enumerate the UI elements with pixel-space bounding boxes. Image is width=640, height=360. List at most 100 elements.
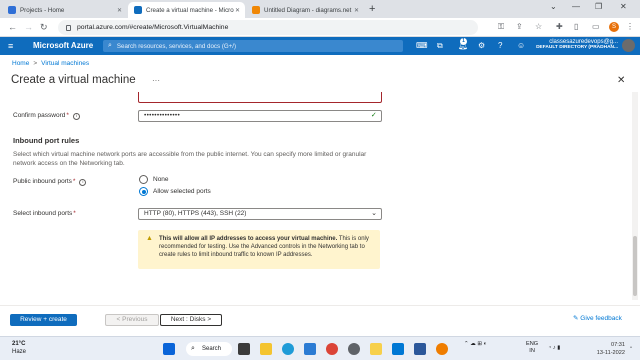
radio-allow-selected-ports[interactable]: Allow selected ports — [139, 187, 211, 196]
notification-center-icon[interactable]: ▫ — [630, 345, 632, 352]
page-title: Create a virtual machine — [11, 74, 136, 86]
previous-button[interactable]: < Previous — [105, 314, 159, 326]
back-icon[interactable]: ← — [8, 22, 17, 32]
clock[interactable]: 07:31 13-11-2022 — [585, 341, 625, 357]
azure-search-input[interactable]: ⌕ Search resources, services, and docs (… — [103, 40, 403, 52]
store-icon[interactable] — [304, 343, 316, 355]
azure-brand[interactable]: Microsoft Azure — [33, 41, 93, 50]
app-icon[interactable] — [436, 343, 448, 355]
file-explorer-icon[interactable] — [260, 343, 272, 355]
give-feedback-link[interactable]: ✎ Give feedback — [573, 314, 622, 322]
close-icon[interactable]: ✕ — [117, 7, 122, 14]
key-icon[interactable]: ⚿ — [498, 22, 504, 32]
directory-filter-icon[interactable]: ⧉ — [437, 41, 443, 51]
forward-icon[interactable]: → — [24, 22, 33, 32]
url-text: portal.azure.com/#create/Microsoft.Virtu… — [77, 24, 229, 31]
profile-avatar[interactable]: S — [609, 22, 619, 32]
azure-top-bar: ≡ Microsoft Azure ⌕ Search resources, se… — [0, 37, 640, 55]
feedback-person-icon[interactable]: ☺ — [517, 41, 525, 50]
more-options-icon[interactable]: ··· — [152, 76, 160, 85]
extensions-icon[interactable]: ✚ — [556, 22, 563, 31]
wifi-volume-battery-icons[interactable]: ◔ ♪ ▮ — [548, 345, 560, 352]
select-inbound-ports-label: Select inbound ports* — [13, 210, 76, 217]
help-icon[interactable]: ? — [498, 41, 502, 50]
radio-circle — [139, 175, 148, 184]
breadcrumb: Home > Virtual machines — [12, 60, 89, 67]
tab-title: Untitled Diagram - diagrams.net — [264, 6, 352, 14]
region-code: IN — [529, 348, 535, 354]
next-disks-button[interactable]: Next : Disks > — [160, 314, 222, 326]
system-tray-icons[interactable]: ⌃ ☁ ⊞ ◐ — [464, 341, 487, 348]
dropdown-value: HTTP (80), HTTPS (443), SSH (22) — [144, 210, 247, 217]
close-icon[interactable]: ✕ — [235, 7, 240, 14]
directory-name: DEFAULT DIRECTORY (PRADHAN... — [536, 45, 618, 50]
minimize-icon[interactable]: — — [572, 2, 580, 11]
tab-diagrams[interactable]: Untitled Diagram - diagrams.net ✕ — [246, 2, 364, 18]
cloud-shell-icon[interactable]: ⌨ — [416, 41, 428, 50]
gear-icon[interactable]: ⚙ — [478, 41, 485, 50]
notes-icon[interactable] — [370, 343, 382, 355]
word-icon[interactable] — [414, 343, 426, 355]
share-icon[interactable]: ⇪ — [516, 22, 523, 31]
chrome-icon[interactable] — [326, 343, 338, 355]
language-indicator[interactable]: ENG IN — [526, 341, 538, 355]
tab-search-icon[interactable]: ▭ — [592, 22, 600, 31]
feedback-icon: ✎ — [573, 315, 579, 322]
notification-badge: 1 — [460, 38, 467, 45]
hamburger-menu-icon[interactable]: ≡ — [8, 41, 13, 51]
lang-code: ENG — [526, 341, 539, 347]
inbound-description: Select which virtual machine network por… — [13, 151, 367, 167]
taskbar-search-label: Search — [202, 346, 222, 352]
avatar[interactable] — [622, 39, 635, 52]
warning-message: ▲ This will allow all IP addresses to ac… — [138, 230, 380, 269]
confirm-password-input[interactable]: •••••••••••••• ✓ — [138, 110, 382, 122]
wizard-footer: Review + create < Previous Next : Disks … — [0, 305, 640, 335]
label-text: Select inbound ports — [13, 210, 73, 217]
github-icon[interactable] — [348, 343, 360, 355]
radio-label: Allow selected ports — [153, 188, 211, 195]
review-create-button[interactable]: Review + create — [10, 314, 77, 326]
windows-start-icon[interactable] — [163, 343, 175, 355]
search-placeholder: Search resources, services, and docs (G+… — [116, 42, 237, 50]
password-field-partial[interactable] — [138, 92, 382, 103]
chevron-down-icon: ⌄ — [371, 210, 377, 217]
account-info[interactable]: classesazuredevops@g... DEFAULT DIRECTOR… — [530, 39, 618, 50]
taskbar-search[interactable]: ⌕ Search — [186, 342, 232, 356]
breadcrumb-virtual-machines[interactable]: Virtual machines — [41, 60, 89, 67]
sidebar-icon[interactable]: ▯ — [574, 22, 578, 31]
scrollbar-thumb[interactable] — [633, 236, 637, 296]
breadcrumb-home[interactable]: Home — [12, 60, 29, 67]
tab-projects-home[interactable]: Projects - Home ✕ — [2, 2, 127, 18]
reload-icon[interactable]: ↻ — [40, 22, 48, 33]
warning-text: This will allow all IP addresses to acce… — [159, 235, 372, 259]
azure-devops-icon — [8, 6, 16, 14]
new-tab-button[interactable]: + — [369, 3, 375, 15]
weather-temp: 21°C — [12, 341, 26, 347]
close-window-icon[interactable]: ✕ — [620, 2, 627, 11]
close-blade-icon[interactable]: ✕ — [617, 75, 625, 86]
close-icon[interactable]: ✕ — [354, 7, 359, 14]
radio-none[interactable]: None — [139, 175, 169, 184]
star-icon[interactable]: ☆ — [535, 22, 542, 31]
inbound-ports-dropdown[interactable]: HTTP (80), HTTPS (443), SSH (22) ⌄ — [138, 208, 382, 220]
label-text: Confirm password — [13, 112, 66, 119]
feedback-label: Give feedback — [580, 315, 622, 322]
vscode-icon[interactable] — [392, 343, 404, 355]
lock-icon — [66, 24, 71, 31]
task-view-icon[interactable] — [238, 343, 250, 355]
address-bar-row: ← → ↻ portal.azure.com/#create/Microsoft… — [0, 18, 640, 37]
info-icon[interactable]: i — [72, 113, 80, 120]
tab-create-vm[interactable]: Create a virtual machine - Micro ✕ — [128, 2, 245, 18]
weather-widget[interactable]: 21°C Haze — [12, 340, 26, 356]
menu-kebab-icon[interactable]: ⋮ — [626, 22, 634, 31]
tab-title: Projects - Home — [20, 6, 65, 14]
browser-tab-bar: Projects - Home ✕ Create a virtual machi… — [0, 0, 640, 18]
info-icon[interactable]: i — [79, 179, 87, 186]
radio-circle-selected — [139, 187, 148, 196]
chevron-down-icon[interactable]: ⌄ — [550, 2, 557, 11]
url-field[interactable]: portal.azure.com/#create/Microsoft.Virtu… — [58, 20, 478, 35]
maximize-icon[interactable]: ❐ — [595, 2, 602, 11]
required-mark: * — [66, 112, 69, 119]
clock-time: 07:31 — [611, 342, 625, 348]
edge-icon[interactable] — [282, 343, 294, 355]
